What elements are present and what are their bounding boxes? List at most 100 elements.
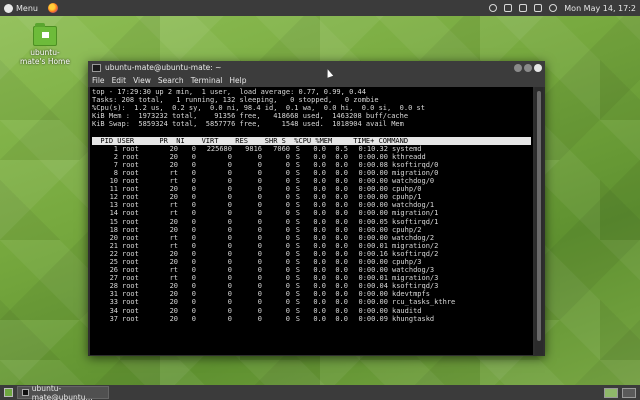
process-virt: 0 xyxy=(227,168,232,177)
minimize-button[interactable] xyxy=(514,63,522,72)
top-uptime-line: top - 17:29:30 up 2 min, 1 user, load av… xyxy=(92,88,366,96)
process-cpu: 0.0 xyxy=(313,290,326,299)
scrollbar-thumb[interactable] xyxy=(537,91,541,341)
process-priority: 20 xyxy=(169,249,178,258)
volume-icon[interactable] xyxy=(549,4,558,12)
mail-icon[interactable] xyxy=(504,4,513,12)
process-time: 0:00.00 xyxy=(358,168,388,177)
window-title: ubuntu-mate@ubuntu-mate: ~ xyxy=(105,63,222,72)
process-row: 33 root 20 0 0 0 0 S 0.0 0.0 0:00.00 rcu_tasks_kthr… xyxy=(92,298,531,306)
clock[interactable]: Mon May 14, 17:2 xyxy=(564,4,636,13)
process-res: 0 xyxy=(257,266,262,275)
process-time: 0:00.00 xyxy=(358,257,388,266)
process-state: S xyxy=(295,152,300,161)
process-res: 0 xyxy=(257,249,262,258)
process-mem: 0.0 xyxy=(335,314,348,323)
menu-search[interactable]: Search xyxy=(158,76,184,85)
process-time: 0:00.00 xyxy=(358,233,388,242)
process-state: S xyxy=(295,193,300,202)
process-user: root xyxy=(122,152,139,161)
process-command: kthreadd xyxy=(392,152,426,161)
process-priority: rt xyxy=(169,266,178,275)
bluetooth-icon[interactable] xyxy=(489,4,498,12)
process-pid: 10 xyxy=(109,177,118,186)
process-nice: 0 xyxy=(191,177,196,186)
close-button[interactable] xyxy=(534,63,542,72)
process-pid: 22 xyxy=(109,249,118,258)
process-pid: 15 xyxy=(109,217,118,226)
process-row: 37 root 20 0 0 0 0 S 0.0 0.0 0:00.09 khungtaskd xyxy=(92,315,531,323)
taskbar-terminal-button[interactable]: ubuntu-mate@ubuntu... xyxy=(17,384,109,400)
menu-terminal[interactable]: Terminal xyxy=(191,76,223,85)
mate-logo-icon xyxy=(4,3,13,13)
process-pid: 26 xyxy=(109,266,118,275)
process-nice: 0 xyxy=(191,257,196,266)
process-mem: 0.0 xyxy=(335,249,348,258)
process-state: S xyxy=(295,266,300,275)
process-pid: 1 xyxy=(113,144,118,153)
process-row: 21 root rt 0 0 0 0 S 0.0 0.0 0:00.01 migration/2 xyxy=(92,242,531,250)
process-row: 12 root 20 0 0 0 0 S 0.0 0.0 0:00.00 cpuhp/1 xyxy=(92,193,531,201)
process-cpu: 0.0 xyxy=(313,266,326,275)
process-priority: rt xyxy=(169,274,178,283)
process-res: 0 xyxy=(257,168,262,177)
process-shr: 0 xyxy=(285,266,290,275)
process-nice: 0 xyxy=(191,160,196,169)
process-state: S xyxy=(295,306,300,315)
firefox-launcher-icon[interactable] xyxy=(47,3,58,13)
process-shr: 0 xyxy=(285,201,290,210)
main-menu-button[interactable]: Menu xyxy=(0,0,42,16)
process-nice: 0 xyxy=(191,290,196,299)
home-folder-icon xyxy=(33,23,57,46)
terminal-titlebar[interactable]: ubuntu-mate@ubuntu-mate: ~ xyxy=(88,61,545,74)
process-virt: 0 xyxy=(227,298,232,307)
process-nice: 0 xyxy=(191,144,196,153)
process-nice: 0 xyxy=(191,314,196,323)
network-icon[interactable] xyxy=(519,4,528,12)
process-virt: 0 xyxy=(227,306,232,315)
process-command: watchdog/1 xyxy=(392,201,435,210)
process-command: migration/1 xyxy=(392,209,439,218)
process-user: root xyxy=(122,233,139,242)
process-virt: 0 xyxy=(227,185,232,194)
top-mem-line: KiB Mem : 1973232 total, 91356 free, 418… xyxy=(92,112,409,121)
process-time: 0:00.00 xyxy=(358,185,388,194)
terminal-window[interactable]: ubuntu-mate@ubuntu-mate: ~ File Edit Vie… xyxy=(88,61,545,356)
terminal-scrollbar[interactable] xyxy=(535,87,543,355)
process-row: 18 root 20 0 0 0 0 S 0.0 0.0 0:00.00 cpuhp/2 xyxy=(92,226,531,234)
maximize-button[interactable] xyxy=(524,63,532,72)
workspace-1[interactable] xyxy=(604,387,618,398)
process-shr: 0 xyxy=(285,209,290,218)
process-command: cpuhp/1 xyxy=(392,193,422,202)
process-shr: 0 xyxy=(285,249,290,258)
process-user: root xyxy=(122,249,139,258)
menu-help[interactable]: Help xyxy=(229,76,246,85)
process-cpu: 0.0 xyxy=(313,306,326,315)
menu-file[interactable]: File xyxy=(92,76,105,85)
menu-edit[interactable]: Edit xyxy=(112,76,127,85)
workspace-2[interactable] xyxy=(622,387,636,398)
process-command: watchdog/2 xyxy=(392,233,435,242)
process-priority: 20 xyxy=(169,298,178,307)
process-res: 0 xyxy=(257,282,262,291)
process-cpu: 0.0 xyxy=(313,193,326,202)
process-time: 0:00.01 xyxy=(358,274,388,283)
process-state: S xyxy=(295,298,300,307)
process-user: root xyxy=(122,241,139,250)
process-priority: 20 xyxy=(169,160,178,169)
process-table-header: PID USER PR NI VIRT RES SHR S %CPU %MEM … xyxy=(92,136,531,145)
show-desktop-icon[interactable] xyxy=(4,388,13,397)
process-nice: 0 xyxy=(191,152,196,161)
process-cpu: 0.0 xyxy=(313,314,326,323)
process-priority: rt xyxy=(169,209,178,218)
battery-icon[interactable] xyxy=(534,4,543,12)
process-mem: 0.0 xyxy=(335,298,348,307)
terminal-output[interactable]: top - 17:29:30 up 2 min, 1 user, load av… xyxy=(90,87,533,355)
menu-view[interactable]: View xyxy=(133,76,151,85)
terminal-menubar: File Edit View Search Terminal Help xyxy=(88,74,545,87)
desktop-home-folder[interactable]: ubuntu-mate's Home xyxy=(20,23,70,66)
process-command: kdevtmpfs xyxy=(392,290,430,299)
process-shr: 0 xyxy=(285,274,290,283)
process-shr: 0 xyxy=(285,298,290,307)
top-swap-line: KiB Swap: 5859324 total, 5857776 free, 1… xyxy=(92,120,404,129)
